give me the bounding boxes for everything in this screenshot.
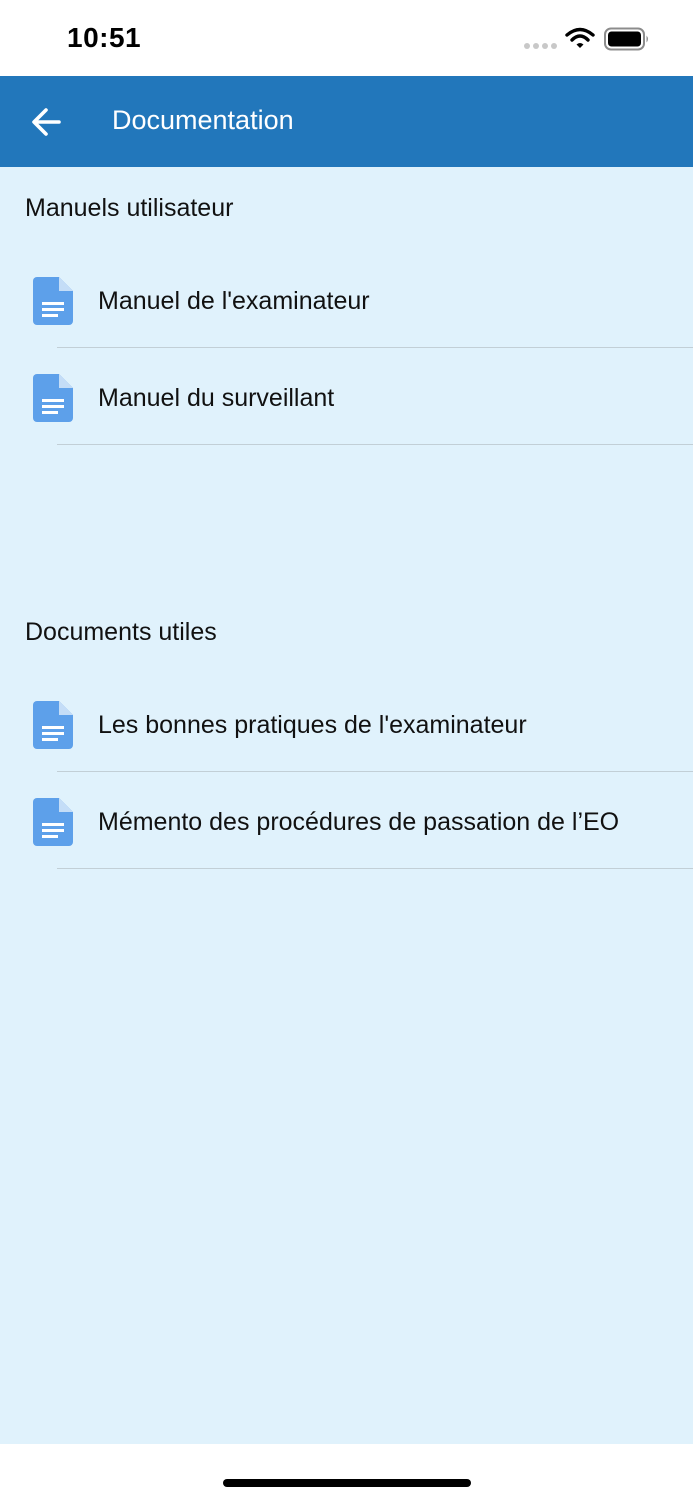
list-item-memento-procedures[interactable]: Mémento des procédures de passation de l… <box>0 772 693 869</box>
item-label: Manuel du surveillant <box>98 384 335 412</box>
list-item-manuel-surveillant[interactable]: Manuel du surveillant <box>0 348 693 445</box>
cellular-signal-icon <box>524 43 558 49</box>
home-indicator-area <box>0 1444 693 1500</box>
list-item-manuel-examinateur[interactable]: Manuel de l'examinateur <box>0 251 693 348</box>
battery-icon <box>604 27 648 51</box>
status-bar: 10:51 <box>0 0 693 76</box>
divider <box>57 444 693 445</box>
document-icon <box>33 374 73 422</box>
section-header-documents-utiles: Documents utiles <box>25 618 217 646</box>
item-label: Manuel de l'examinateur <box>98 287 370 315</box>
back-button[interactable] <box>22 97 72 147</box>
document-icon <box>33 798 73 846</box>
home-indicator[interactable] <box>223 1479 471 1487</box>
status-time: 10:51 <box>67 22 142 53</box>
documentation-list: Manuels utilisateur Manuel de l'examinat… <box>0 167 693 1444</box>
section-header-manuels-utilisateur: Manuels utilisateur <box>25 194 234 222</box>
page-title: Documentation <box>112 105 294 135</box>
document-icon <box>33 701 73 749</box>
arrow-left-icon <box>32 108 61 136</box>
item-label: Les bonnes pratiques de l'examinateur <box>98 711 527 739</box>
list-item-bonnes-pratiques[interactable]: Les bonnes pratiques de l'examinateur <box>0 675 693 772</box>
document-icon <box>33 277 73 325</box>
wifi-icon <box>565 27 595 48</box>
divider <box>57 868 693 869</box>
app-bar: Documentation <box>0 76 693 167</box>
item-label: Mémento des procédures de passation de l… <box>98 808 620 836</box>
